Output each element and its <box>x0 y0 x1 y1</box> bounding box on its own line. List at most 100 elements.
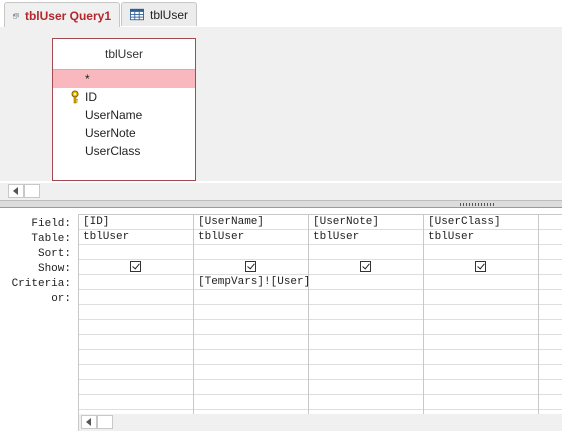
sort-cell[interactable] <box>424 245 538 260</box>
criteria-cell[interactable] <box>424 275 538 290</box>
row-label-or: or: <box>51 293 71 305</box>
show-cell[interactable] <box>194 260 308 275</box>
show-checkbox[interactable] <box>130 261 141 272</box>
empty-cell[interactable] <box>194 335 308 350</box>
row-label-field: Field: <box>31 218 71 230</box>
show-cell[interactable] <box>424 260 538 275</box>
empty-cell[interactable] <box>424 365 538 380</box>
criteria-cell[interactable]: [TempVars]![User] <box>194 275 308 290</box>
empty-cell[interactable] <box>539 380 562 395</box>
table-field-list[interactable]: tblUser * ID UserName UserNote UserClass <box>52 38 196 181</box>
show-checkbox[interactable] <box>360 261 371 272</box>
empty-cell[interactable] <box>194 365 308 380</box>
or-cell[interactable] <box>309 290 423 305</box>
criteria-cell[interactable] <box>79 275 193 290</box>
field-item-userclass[interactable]: UserClass <box>53 142 195 160</box>
empty-cell[interactable] <box>424 305 538 320</box>
empty-cell[interactable] <box>424 335 538 350</box>
empty-cell[interactable] <box>539 365 562 380</box>
grid-column[interactable]: [UserNote] tblUser <box>309 215 424 414</box>
empty-cell[interactable] <box>424 320 538 335</box>
tab-tbluser[interactable]: tblUser <box>121 2 197 26</box>
empty-cell[interactable] <box>539 350 562 365</box>
show-cell[interactable] <box>309 260 423 275</box>
field-cell[interactable]: [UserName] <box>194 215 308 230</box>
grid-horizontal-scrollbar[interactable] <box>78 414 562 431</box>
empty-cell[interactable] <box>79 380 193 395</box>
show-cell[interactable] <box>539 260 562 275</box>
criteria-cell[interactable] <box>309 275 423 290</box>
empty-cell[interactable] <box>79 365 193 380</box>
or-cell[interactable] <box>79 290 193 305</box>
empty-cell[interactable] <box>309 365 423 380</box>
empty-cell[interactable] <box>539 305 562 320</box>
scroll-left-button[interactable] <box>81 415 97 429</box>
show-checkbox[interactable] <box>245 261 256 272</box>
design-grid[interactable]: [ID] tblUser [UserName] tblUser [TempVar… <box>78 214 562 414</box>
sort-cell[interactable] <box>309 245 423 260</box>
tab-query1[interactable]: tblUser Query1 <box>4 2 120 29</box>
grid-column[interactable]: [UserName] tblUser [TempVars]![User] <box>194 215 309 414</box>
empty-cell[interactable] <box>309 320 423 335</box>
scroll-thumb[interactable] <box>97 415 113 429</box>
scroll-thumb[interactable] <box>24 184 40 198</box>
empty-cell[interactable] <box>424 395 538 410</box>
scroll-left-button[interactable] <box>8 184 24 198</box>
table-title[interactable]: tblUser <box>53 39 195 69</box>
field-item-id[interactable]: ID <box>53 88 195 106</box>
empty-cell[interactable] <box>194 305 308 320</box>
field-cell[interactable]: [UserNote] <box>309 215 423 230</box>
splitter-grip-icon[interactable] <box>460 203 496 206</box>
or-cell[interactable] <box>539 290 562 305</box>
show-cell[interactable] <box>79 260 193 275</box>
criteria-cell[interactable] <box>539 275 562 290</box>
grid-column[interactable]: [ID] tblUser <box>79 215 194 414</box>
empty-cell[interactable] <box>539 395 562 410</box>
sort-cell[interactable] <box>539 245 562 260</box>
empty-cell[interactable] <box>79 305 193 320</box>
diagram-horizontal-scrollbar[interactable] <box>0 183 562 200</box>
field-item-star[interactable]: * <box>53 70 195 88</box>
row-label-criteria: Criteria: <box>11 278 71 290</box>
table-cell[interactable]: tblUser <box>194 230 308 245</box>
empty-cell[interactable] <box>539 320 562 335</box>
show-checkbox[interactable] <box>475 261 486 272</box>
empty-cell[interactable] <box>194 350 308 365</box>
field-label: ID <box>85 90 97 104</box>
field-cell[interactable]: [ID] <box>79 215 193 230</box>
empty-cell[interactable] <box>194 395 308 410</box>
empty-cell[interactable] <box>79 335 193 350</box>
pane-splitter[interactable] <box>0 200 562 208</box>
or-cell[interactable] <box>194 290 308 305</box>
sort-cell[interactable] <box>79 245 193 260</box>
field-cell[interactable]: [UserClass] <box>424 215 538 230</box>
empty-cell[interactable] <box>539 335 562 350</box>
empty-cell[interactable] <box>79 320 193 335</box>
empty-cell[interactable] <box>309 335 423 350</box>
empty-cell[interactable] <box>424 380 538 395</box>
table-diagram-pane[interactable]: tblUser * ID UserName UserNote UserClass <box>0 27 562 181</box>
empty-cell[interactable] <box>194 320 308 335</box>
sort-cell[interactable] <box>194 245 308 260</box>
field-cell[interactable] <box>539 215 562 230</box>
empty-cell[interactable] <box>309 305 423 320</box>
table-cell[interactable] <box>539 230 562 245</box>
chevron-left-icon <box>13 187 18 195</box>
table-cell[interactable]: tblUser <box>79 230 193 245</box>
grid-column[interactable] <box>539 215 562 414</box>
empty-cell[interactable] <box>79 395 193 410</box>
row-label-show: Show: <box>37 263 71 275</box>
empty-cell[interactable] <box>309 380 423 395</box>
empty-cell[interactable] <box>194 380 308 395</box>
or-cell[interactable] <box>424 290 538 305</box>
table-cell[interactable]: tblUser <box>309 230 423 245</box>
field-item-username[interactable]: UserName <box>53 106 195 124</box>
empty-cell[interactable] <box>79 350 193 365</box>
empty-cell[interactable] <box>309 395 423 410</box>
empty-cell[interactable] <box>424 350 538 365</box>
table-cell[interactable]: tblUser <box>424 230 538 245</box>
grid-column[interactable]: [UserClass] tblUser <box>424 215 539 414</box>
empty-cell[interactable] <box>309 350 423 365</box>
field-item-usernote[interactable]: UserNote <box>53 124 195 142</box>
primary-key-icon <box>71 90 79 104</box>
